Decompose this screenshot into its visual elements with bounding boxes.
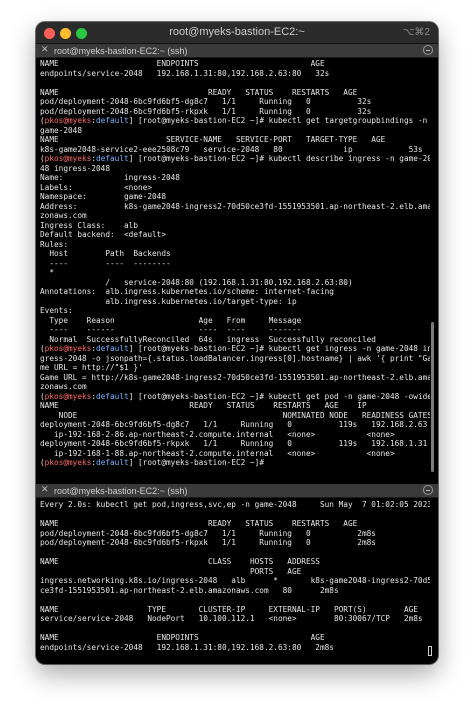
zoom-window-button[interactable] xyxy=(76,28,87,39)
prompt-user: pkos@myeks xyxy=(44,458,92,467)
terminal-line: pod/deployment-2048-6bc9fd6bf5-rkpxk 1/1… xyxy=(40,106,372,116)
terminal-line: pod/deployment-2048-6bc9fd6bf5-rkpxk 1/1… xyxy=(40,538,376,547)
terminal-line: deployment-2048-6bc9fd6bf5-rkpxk 1/1 Run… xyxy=(40,439,428,448)
terminal-line: (pkos@myeks:default] [root@myeks-bastion… xyxy=(40,154,430,163)
terminal-line: (pkos@myeks:default] [root@myeks-bastion… xyxy=(40,458,269,467)
terminal-line: Normal SuccessfullyReconciled 64s ingres… xyxy=(40,334,376,344)
terminal-line: ip-192-168-1-88.ap-northeast-2.compute.i… xyxy=(40,448,395,458)
terminal-line: (pkos@myeks:default] [root@myeks-bastion… xyxy=(40,391,430,401)
prompt-command: ] [root@myeks-bastion-EC2 ~]# kubectl ge… xyxy=(128,391,430,401)
prompt-user: pkos@myeks xyxy=(44,391,92,401)
terminal-line: ingress.networking.k8s.io/ingress-2048 a… xyxy=(40,576,430,585)
top-pane-tab-label: root@myeks-bastion-EC2:~ (ssh) xyxy=(54,46,188,56)
terminal-line: Annotations: alb.ingress.kubernetes.io/s… xyxy=(40,287,334,296)
top-pane-tab[interactable]: ✕ root@myeks-bastion-EC2:~ (ssh) xyxy=(36,44,438,58)
terminal-line: k8s-game2048-service2-eee2508c79 service… xyxy=(40,144,423,154)
close-pane-icon[interactable]: ✕ xyxy=(41,45,49,55)
terminal-line: zonaws.com xyxy=(40,382,87,391)
terminal-line: Every 2.0s: kubectl get pod,ingress,svc,… xyxy=(40,500,430,509)
terminal-line: PORTS AGE xyxy=(40,566,302,576)
terminal-line: NAME SERVICE-NAME SERVICE-PORT TARGET-TY… xyxy=(40,135,386,144)
terminal-line: Address: k8s-game2048-ingress2-70d50ce3f… xyxy=(40,201,430,211)
terminal-line: Host Path Backends xyxy=(40,249,171,258)
terminal-line: Events: xyxy=(40,306,73,315)
terminal-line: service/service-2048 NodePort 10.100.112… xyxy=(40,614,423,623)
window-title: root@myeks-bastion-EC2:~ xyxy=(169,26,305,38)
terminal-line: (pkos@myeks:default] [root@myeks-bastion… xyxy=(40,344,430,353)
terminal-cursor xyxy=(428,646,432,656)
terminal-line: me URL = http://"$1 }' xyxy=(40,363,143,372)
terminal-line: Rules: xyxy=(40,239,68,249)
prompt-namespace: default xyxy=(96,458,129,467)
terminal-line: NODE NOMINATED NODE READINESS GATES xyxy=(40,410,430,420)
terminal-line: NAME TYPE CLUSTER-IP EXTERNAL-IP PORT(S)… xyxy=(40,604,418,614)
prompt-user: pkos@myeks xyxy=(44,154,92,163)
terminal-line: ---- ---- -------- xyxy=(40,258,171,268)
prompt-command: ] [root@myeks-bastion-EC2 ~]# kubectl ge… xyxy=(128,344,430,353)
terminal-line: Default backend: <default> xyxy=(40,230,166,239)
terminal-line: ip-192-168-2-86.ap-northeast-2.compute.i… xyxy=(40,429,395,439)
terminal-line: NAME READY STATUS RESTARTS AGE xyxy=(40,87,358,97)
prompt-command: ] [root@myeks-bastion-EC2 ~]# xyxy=(128,458,269,467)
prompt-namespace: default xyxy=(96,116,129,125)
prompt-namespace: default xyxy=(96,154,129,163)
bottom-pane-output[interactable]: Every 2.0s: kubectl get pod,ingress,svc,… xyxy=(40,500,430,660)
title-bar[interactable]: root@myeks-bastion-EC2:~ ⌥⌘2 xyxy=(36,22,438,44)
terminal-line: alb.ingress.kubernetes.io/target-type: i… xyxy=(40,296,297,306)
close-window-button[interactable] xyxy=(44,28,55,39)
terminal-line: NAME ENDPOINTS AGE xyxy=(40,633,325,642)
terminal-line: / service-2048:80 (192.168.1.31:80,192.1… xyxy=(40,277,353,287)
terminal-line: Game URL = http://k8s-game2048-ingress2-… xyxy=(40,372,430,382)
minimize-window-button[interactable] xyxy=(60,28,71,39)
prompt-user: pkos@myeks xyxy=(44,344,92,353)
top-pane-output[interactable]: NAME ENDPOINTS AGE endpoints/service-2048… xyxy=(40,59,430,477)
prompt-command: ] [root@myeks-bastion-EC2 ~]# kubectl de… xyxy=(128,154,430,163)
top-pane-scrollbar[interactable] xyxy=(431,322,434,472)
minimize-pane-icon[interactable] xyxy=(423,485,433,495)
terminal-line: Type Reason Age From Message xyxy=(40,315,302,325)
prompt-user: pkos@myeks xyxy=(44,116,92,125)
bottom-pane-tab-label: root@myeks-bastion-EC2:~ (ssh) xyxy=(54,486,188,496)
minimize-pane-icon[interactable] xyxy=(423,45,433,55)
terminal-line: gress-2048 -o jsonpath={.status.loadBala… xyxy=(40,353,430,363)
terminal-line: zonaws.com xyxy=(40,211,87,220)
terminal-line: Ingress Class: alb xyxy=(40,220,138,230)
terminal-line: NAME READY STATUS RESTARTS AGE IP xyxy=(40,401,367,410)
terminal-line: Labels: <none> xyxy=(40,182,152,192)
prompt-namespace: default xyxy=(96,344,129,353)
terminal-line: Namespace: game-2048 xyxy=(40,192,166,201)
terminal-line: endpoints/service-2048 192.168.1.31:80,1… xyxy=(40,68,330,78)
terminal-line: Name: ingress-2048 xyxy=(40,173,180,182)
close-pane-icon[interactable]: ✕ xyxy=(41,485,49,495)
terminal-window: root@myeks-bastion-EC2:~ ⌥⌘2 ✕ root@myek… xyxy=(36,22,438,664)
terminal-line: deployment-2048-6bc9fd6bf5-dg8c7 1/1 Run… xyxy=(40,420,428,429)
terminal-line: endpoints/service-2048 192.168.1.31:80,1… xyxy=(40,642,334,652)
terminal-line: ce3fd-1551953501.ap-northeast-2.elb.amaz… xyxy=(40,585,339,595)
terminal-line: ---- ------ ---- ---- ------- xyxy=(40,325,302,334)
terminal-line: game-2048 xyxy=(40,125,82,135)
prompt-namespace: default xyxy=(96,391,129,401)
terminal-line: 48 ingress-2048 xyxy=(40,163,110,173)
terminal-line: pod/deployment-2048-6bc9fd6bf5-dg8c7 1/1… xyxy=(40,97,372,106)
terminal-line: * xyxy=(40,268,54,277)
bottom-pane-tab[interactable]: ✕ root@myeks-bastion-EC2:~ (ssh) xyxy=(36,484,438,498)
terminal-line: pod/deployment-2048-6bc9fd6bf5-dg8c7 1/1… xyxy=(40,528,376,538)
terminal-line: NAME CLASS HOSTS ADDRESS xyxy=(40,557,320,566)
terminal-line: (pkos@myeks:default] [root@myeks-bastion… xyxy=(40,116,428,125)
terminal-line: NAME ENDPOINTS AGE xyxy=(40,59,325,68)
prompt-command: ] [root@myeks-bastion-EC2 ~]# kubectl ge… xyxy=(128,116,428,125)
terminal-line: NAME READY STATUS RESTARTS AGE xyxy=(40,519,358,528)
window-shortcut: ⌥⌘2 xyxy=(402,27,430,38)
